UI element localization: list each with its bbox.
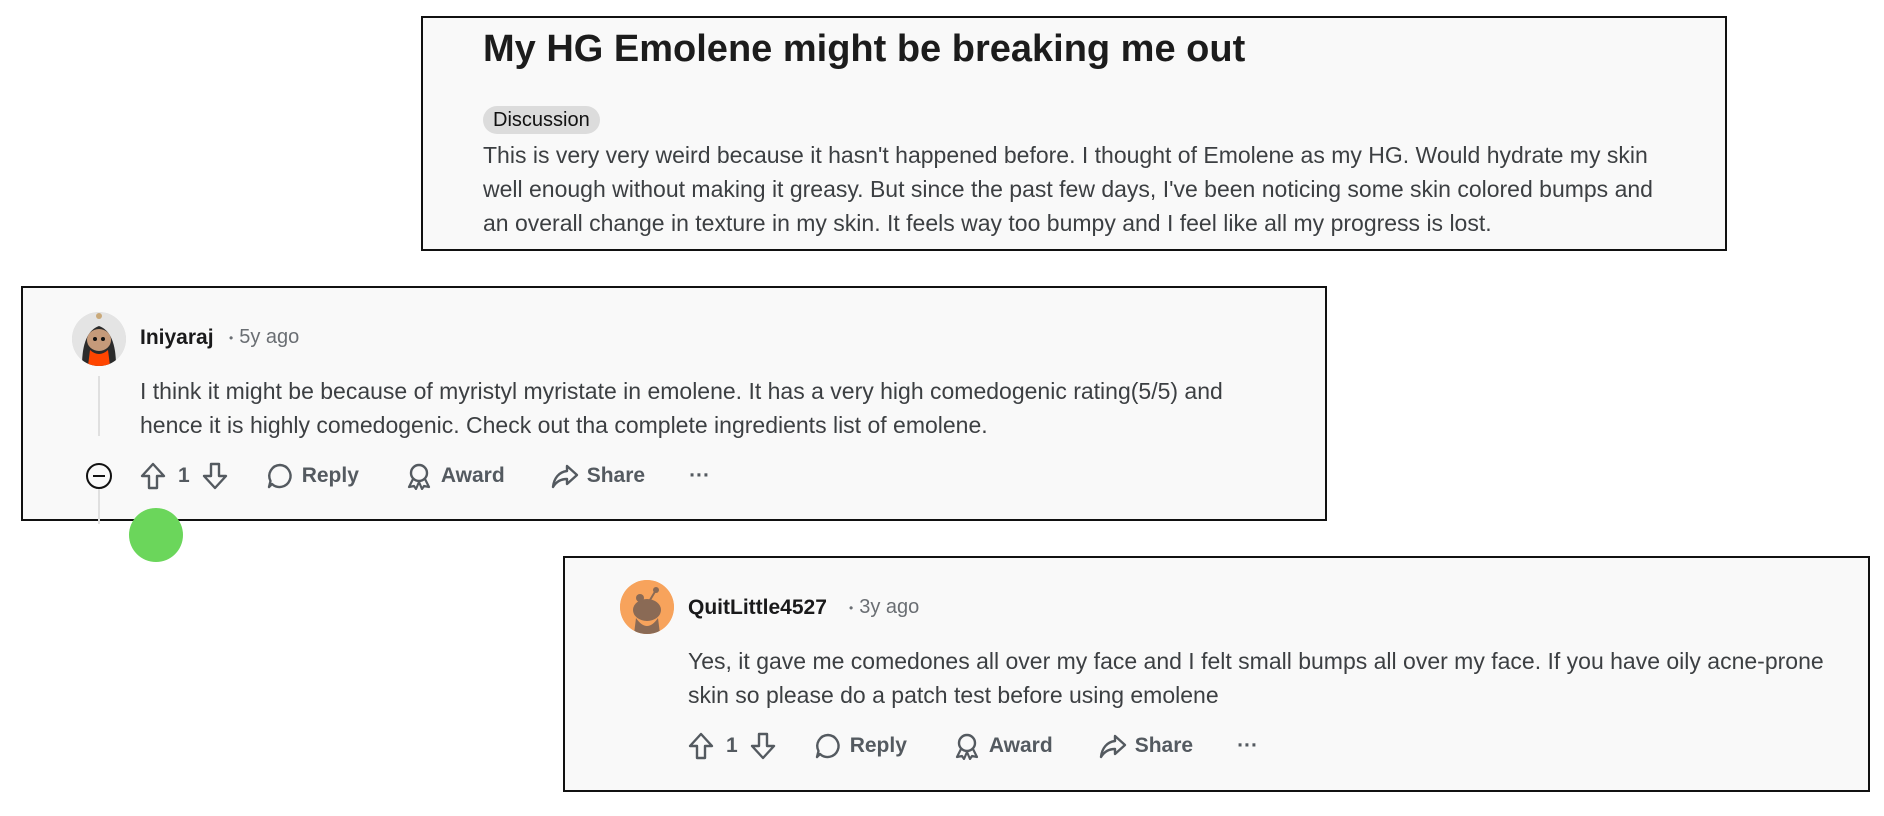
post-body: This is very very weird because it hasn'… — [483, 142, 1653, 236]
award-icon — [955, 733, 978, 760]
share-label: Share — [1134, 734, 1194, 757]
thread-line — [98, 376, 100, 436]
comment-icon — [267, 463, 292, 489]
comment-time: 5y ago — [239, 326, 300, 348]
award-label: Award — [988, 734, 1053, 757]
share-label: Share — [586, 464, 646, 487]
more-options-button[interactable]: ··· — [689, 464, 710, 488]
comment-body: I think it might be because of myristyl … — [140, 378, 1223, 438]
upvote-icon — [688, 732, 714, 760]
thread-line — [98, 484, 100, 524]
more-icon: ··· — [1237, 734, 1259, 757]
collapse-button[interactable] — [86, 463, 112, 489]
comment-actions: 1 Reply Award Share ··· — [688, 730, 1258, 762]
reply-label: Reply — [301, 464, 359, 487]
comment-username[interactable]: Iniyaraj — [140, 326, 214, 350]
more-options-button[interactable]: ··· — [1237, 734, 1258, 758]
award-button[interactable]: Award — [405, 462, 505, 490]
reply-button[interactable]: Reply — [266, 462, 359, 490]
collapse-icon — [93, 474, 105, 478]
vote-count: 1 — [726, 734, 738, 757]
comment-card: QuitLittle4527 • 3y ago Yes, it gave me c… — [563, 556, 1870, 792]
comment-timestamp: • 3y ago — [849, 596, 920, 618]
child-avatar — [129, 508, 183, 562]
comment-icon — [815, 733, 840, 759]
share-button[interactable]: Share — [551, 462, 645, 490]
award-icon — [407, 463, 430, 490]
reply-button[interactable]: Reply — [814, 732, 907, 760]
award-button[interactable]: Award — [953, 732, 1053, 760]
downvote-icon — [202, 462, 227, 490]
comment-body: Yes, it gave me comedones all over my fa… — [688, 648, 1824, 708]
post-card: My HG Emolene might be breaking me out D… — [421, 16, 1727, 251]
downvote-icon — [750, 732, 775, 760]
vote-count: 1 — [178, 464, 190, 487]
avatar[interactable] — [620, 580, 674, 634]
share-icon — [551, 464, 578, 489]
upvote-button[interactable] — [688, 732, 714, 760]
comment-card: Iniyaraj • 5y ago I think it might be bec… — [21, 286, 1327, 562]
more-icon: ··· — [689, 464, 711, 487]
comment-actions: 1 Reply Award Share ··· — [140, 460, 710, 492]
comment-time: 3y ago — [859, 596, 920, 618]
comment-timestamp: • 5y ago — [229, 326, 300, 348]
comment-username[interactable]: QuitLittle4527 — [688, 596, 827, 620]
share-button[interactable]: Share — [1099, 732, 1193, 760]
avatar[interactable] — [72, 312, 126, 366]
downvote-button[interactable] — [750, 732, 776, 760]
snoo-avatar-icon — [620, 580, 674, 634]
reply-label: Reply — [849, 734, 907, 757]
upvote-button[interactable] — [140, 462, 166, 490]
snoo-avatar-icon — [72, 312, 126, 366]
downvote-button[interactable] — [202, 462, 228, 490]
share-icon — [1099, 734, 1126, 759]
post-title: My HG Emolene might be breaking me out — [483, 28, 1246, 70]
post-flair[interactable]: Discussion — [483, 106, 600, 134]
award-label: Award — [440, 464, 505, 487]
upvote-icon — [140, 462, 166, 490]
